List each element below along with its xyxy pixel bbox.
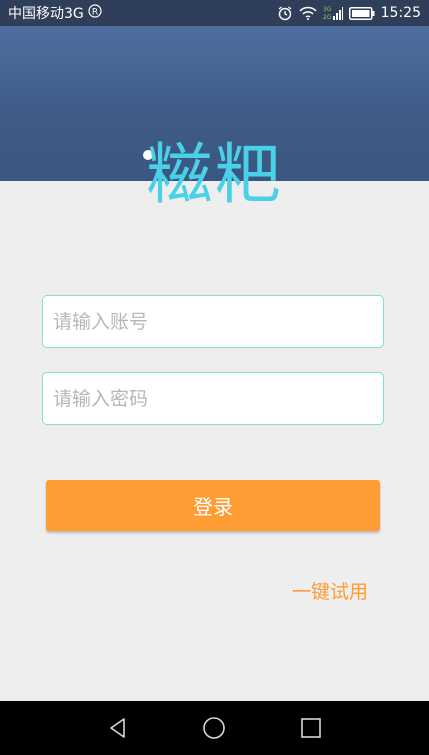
signal-icon: 3G 2G — [323, 5, 343, 21]
status-bar: 中国移动3G R 3G 2G 15:25 — [0, 0, 429, 26]
battery-icon — [348, 6, 375, 20]
svg-text:2G: 2G — [323, 14, 332, 21]
account-input[interactable] — [42, 295, 384, 348]
svg-text:3G: 3G — [323, 6, 332, 13]
navigation-bar — [0, 701, 429, 755]
password-input[interactable] — [42, 372, 384, 425]
login-screen: 中国移动3G R 3G 2G 15:25 糍粑 请输入账号 登录 一键试用 — [0, 0, 429, 755]
quick-try-link[interactable]: 一键试用 — [280, 577, 380, 604]
home-icon[interactable] — [194, 708, 234, 748]
wifi-icon — [299, 6, 317, 20]
app-logo: 糍粑 — [146, 136, 283, 213]
status-right: 3G 2G 15:25 — [277, 5, 421, 21]
recents-icon[interactable] — [291, 708, 331, 748]
status-left: 中国移动3G R — [8, 3, 102, 23]
data-roaming-icon: R — [88, 4, 102, 22]
back-icon[interactable] — [98, 708, 138, 748]
carrier-label: 中国移动3G — [8, 6, 84, 22]
alarm-icon — [277, 5, 293, 21]
clock-time: 15:25 — [380, 5, 421, 21]
svg-text:R: R — [92, 8, 98, 18]
login-button[interactable]: 登录 — [46, 480, 380, 531]
